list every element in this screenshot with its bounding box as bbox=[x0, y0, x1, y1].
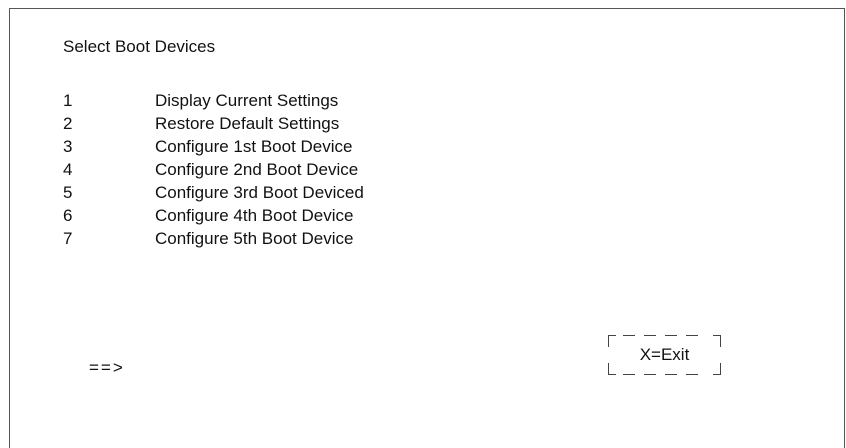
menu-item-number: 6 bbox=[63, 206, 73, 225]
menu-item-restore-default-settings[interactable]: 2 Restore Default Settings bbox=[63, 112, 364, 135]
menu-item-configure-4th-boot-device[interactable]: 6 Configure 4th Boot Device bbox=[63, 204, 364, 227]
menu-item-display-current-settings[interactable]: 1 Display Current Settings bbox=[63, 89, 364, 112]
prompt-arrow-equals: == bbox=[89, 358, 113, 377]
menu-item-number: 7 bbox=[63, 229, 73, 248]
boot-menu: 1 Display Current Settings 2 Restore Defau… bbox=[63, 89, 364, 250]
prompt-arrow-head: > bbox=[112, 358, 123, 377]
menu-item-label: Configure 4th Boot Device bbox=[155, 206, 354, 225]
menu-item-number: 1 bbox=[63, 91, 73, 110]
menu-item-label: Configure 2nd Boot Device bbox=[155, 160, 359, 179]
command-prompt[interactable]: ==> bbox=[89, 358, 123, 378]
menu-item-configure-2nd-boot-device[interactable]: 4 Configure 2nd Boot Device bbox=[63, 158, 364, 181]
menu-item-configure-1st-boot-device[interactable]: 3 Configure 1st Boot Device bbox=[63, 135, 364, 158]
menu-item-number: 5 bbox=[63, 183, 73, 202]
menu-item-label: Configure 1st Boot Device bbox=[155, 137, 353, 156]
menu-item-label: Configure 3rd Boot Deviced bbox=[155, 183, 364, 202]
exit-label: X=Exit bbox=[639, 345, 690, 364]
exit-button[interactable]: X=Exit bbox=[608, 335, 721, 375]
menu-item-label: Configure 5th Boot Device bbox=[155, 229, 354, 248]
menu-item-configure-5th-boot-device[interactable]: 7 Configure 5th Boot Device bbox=[63, 227, 364, 250]
menu-item-label: Display Current Settings bbox=[155, 91, 339, 110]
menu-item-number: 4 bbox=[63, 160, 73, 179]
menu-item-configure-3rd-boot-device[interactable]: 5 Configure 3rd Boot Deviced bbox=[63, 181, 364, 204]
menu-item-number: 2 bbox=[63, 114, 73, 133]
menu-item-number: 3 bbox=[63, 137, 73, 156]
menu-item-label: Restore Default Settings bbox=[155, 114, 340, 133]
page-title: Select Boot Devices bbox=[63, 37, 216, 56]
